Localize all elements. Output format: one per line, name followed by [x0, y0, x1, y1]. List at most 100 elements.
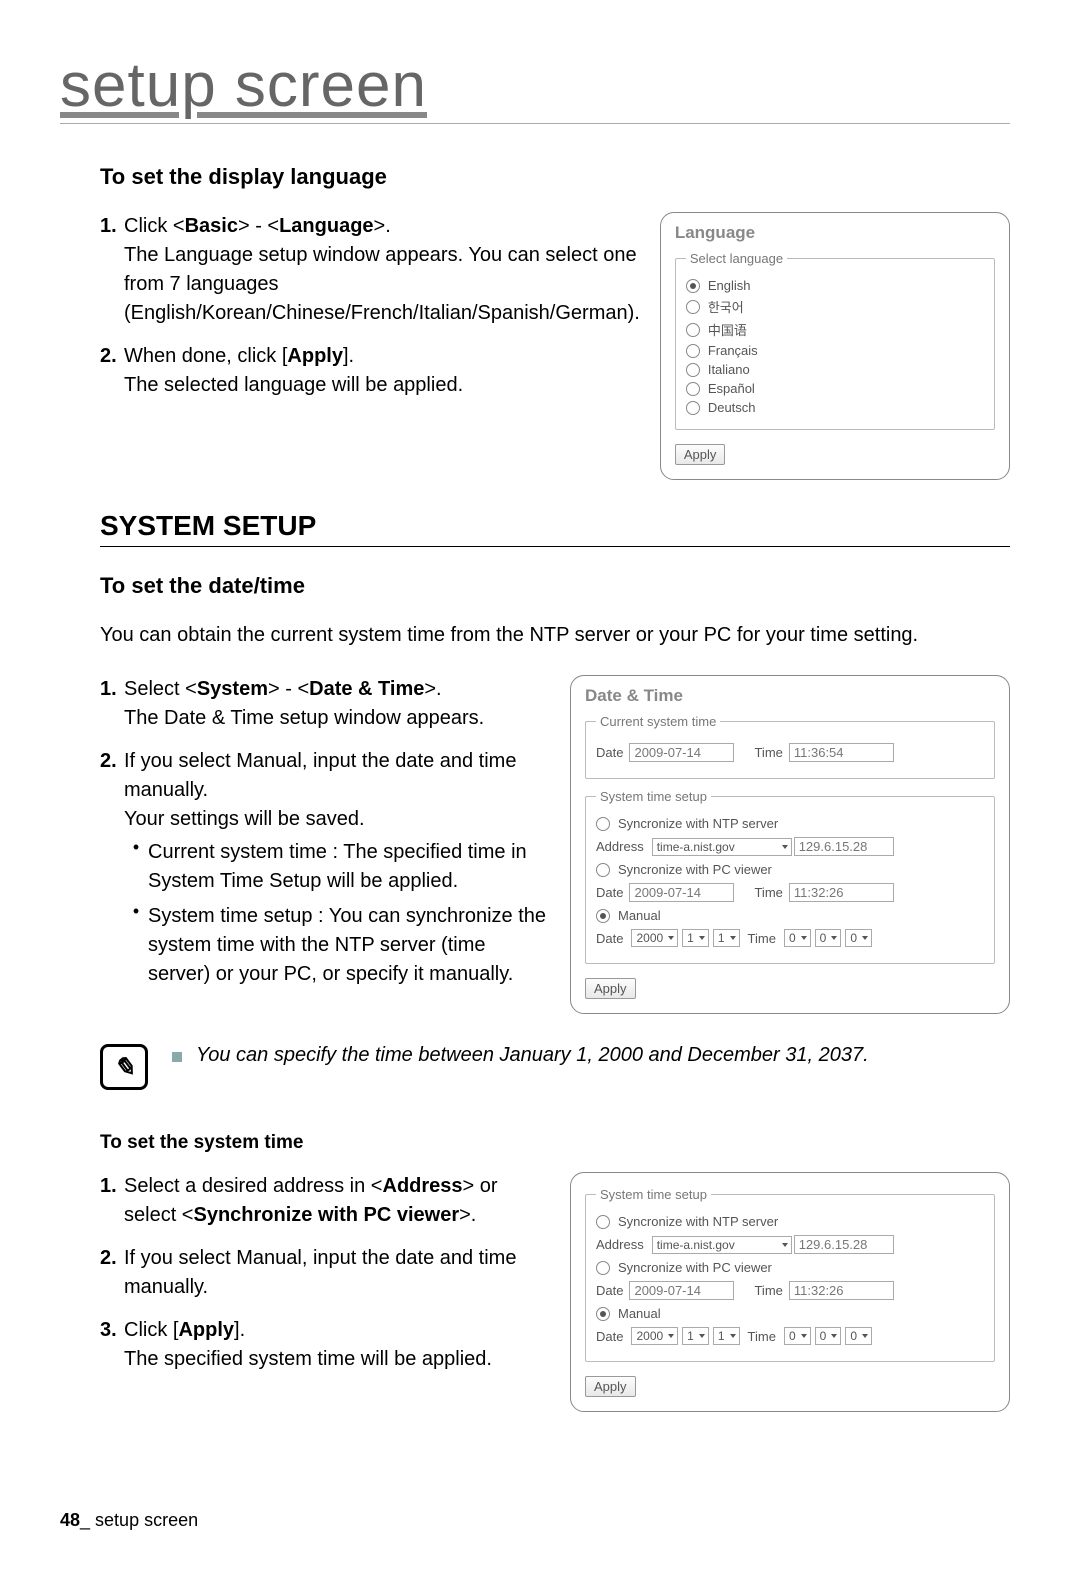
date-time-panel: Date & Time Current system time Date 200… [570, 675, 1010, 1014]
radio-icon [596, 817, 610, 831]
second-dropdown[interactable]: 0 [845, 929, 872, 947]
address-dropdown[interactable]: time-a.nist.gov [652, 1236, 792, 1254]
radio-icon [686, 363, 700, 377]
step-text: Click <Basic> - <Language>. The Language… [124, 212, 640, 328]
panel-title: Language [675, 223, 995, 243]
bullet-text: Current system time : The specified time… [148, 838, 550, 896]
step-number: 1. [100, 1172, 124, 1230]
month-dropdown[interactable]: 1 [682, 1327, 709, 1345]
page-title: setup screen [60, 50, 1010, 124]
year-dropdown[interactable]: 2000 [631, 929, 678, 947]
date-label: Date [596, 885, 623, 900]
heading-system-setup: SYSTEM SETUP [100, 510, 1010, 547]
language-option[interactable]: Français [686, 343, 984, 358]
step-number: 2. [100, 1244, 124, 1302]
page-number: 48 [60, 1510, 80, 1530]
step-text: Select <System> - <Date & Time>. The Dat… [124, 675, 550, 733]
radio-icon [686, 401, 700, 415]
pc-time: 11:32:26 [789, 1281, 894, 1300]
pc-date: 2009-07-14 [629, 883, 734, 902]
step-number: 1. [100, 212, 124, 328]
intro-text: You can obtain the current system time f… [100, 621, 970, 649]
radio-icon [686, 344, 700, 358]
radio-icon [686, 279, 700, 293]
date-label: Date [596, 931, 623, 946]
panel-title: Date & Time [585, 686, 995, 706]
address-label: Address [596, 839, 644, 854]
step-text: Click [Apply]. The specified system time… [124, 1316, 550, 1374]
day-dropdown[interactable]: 1 [713, 1327, 740, 1345]
ntp-option[interactable]: Syncronize with NTP server [596, 816, 984, 831]
fieldset-legend: System time setup [596, 789, 711, 804]
step-text: If you select Manual, input the date and… [124, 1244, 550, 1302]
note-text: You can specify the time between January… [196, 1044, 970, 1067]
language-option[interactable]: English [686, 278, 984, 293]
minute-dropdown[interactable]: 0 [815, 929, 842, 947]
fieldset-legend: Current system time [596, 714, 720, 729]
step-number: 2. [100, 747, 124, 995]
ntp-option[interactable]: Syncronize with NTP server [596, 1214, 984, 1229]
pc-date: 2009-07-14 [629, 1281, 734, 1300]
date-label: Date [596, 745, 623, 760]
date-label: Date [596, 1329, 623, 1344]
date-label: Date [596, 1283, 623, 1298]
time-label: Time [754, 1283, 782, 1298]
system-time-panel: System time setup Syncronize with NTP se… [570, 1172, 1010, 1412]
fieldset-legend: Select language [686, 251, 787, 266]
time-label: Time [754, 745, 782, 760]
radio-icon [686, 382, 700, 396]
radio-icon [596, 909, 610, 923]
pc-viewer-option[interactable]: Syncronize with PC viewer [596, 1260, 984, 1275]
time-label: Time [754, 885, 782, 900]
note-bullet-icon [172, 1052, 182, 1062]
step-text: If you select Manual, input the date and… [124, 747, 550, 995]
note-icon: ✎ [100, 1044, 148, 1090]
apply-button[interactable]: Apply [675, 444, 726, 465]
bullet-icon: • [124, 838, 148, 896]
radio-icon [596, 1307, 610, 1321]
radio-icon [596, 1261, 610, 1275]
heading-date-time: To set the date/time [100, 573, 1010, 599]
apply-button[interactable]: Apply [585, 978, 636, 999]
bullet-text: System time setup : You can synchronize … [148, 902, 550, 989]
second-dropdown[interactable]: 0 [845, 1327, 872, 1345]
hour-dropdown[interactable]: 0 [784, 1327, 811, 1345]
time-label: Time [748, 1329, 776, 1344]
step-number: 2. [100, 342, 124, 400]
fieldset-legend: System time setup [596, 1187, 711, 1202]
address-ip: 129.6.15.28 [794, 1235, 894, 1254]
date-value: 2009-07-14 [629, 743, 734, 762]
radio-icon [686, 323, 700, 337]
time-value: 11:36:54 [789, 743, 894, 762]
heading-display-language: To set the display language [100, 164, 1010, 190]
language-panel: Language Select language English 한국어 中国语… [660, 212, 1010, 480]
radio-icon [596, 1215, 610, 1229]
pc-viewer-option[interactable]: Syncronize with PC viewer [596, 862, 984, 877]
year-dropdown[interactable]: 2000 [631, 1327, 678, 1345]
radio-icon [596, 863, 610, 877]
pc-time: 11:32:26 [789, 883, 894, 902]
manual-option[interactable]: Manual [596, 908, 984, 923]
hour-dropdown[interactable]: 0 [784, 929, 811, 947]
address-ip: 129.6.15.28 [794, 837, 894, 856]
step-text: When done, click [Apply]. The selected l… [124, 342, 640, 400]
language-option[interactable]: 한국어 [686, 297, 984, 316]
minute-dropdown[interactable]: 0 [815, 1327, 842, 1345]
radio-icon [686, 300, 700, 314]
apply-button[interactable]: Apply [585, 1376, 636, 1397]
day-dropdown[interactable]: 1 [713, 929, 740, 947]
month-dropdown[interactable]: 1 [682, 929, 709, 947]
language-option[interactable]: 中国语 [686, 320, 984, 339]
language-option[interactable]: Italiano [686, 362, 984, 377]
language-option[interactable]: Español [686, 381, 984, 396]
address-label: Address [596, 1237, 644, 1252]
language-option[interactable]: Deutsch [686, 400, 984, 415]
time-label: Time [748, 931, 776, 946]
manual-option[interactable]: Manual [596, 1306, 984, 1321]
heading-system-time: To set the system time [100, 1132, 1010, 1154]
bullet-icon: • [124, 902, 148, 989]
step-number: 1. [100, 675, 124, 733]
address-dropdown[interactable]: time-a.nist.gov [652, 838, 792, 856]
page-footer: 48_ setup screen [60, 1510, 198, 1531]
step-text: Select a desired address in <Address> or… [124, 1172, 550, 1230]
